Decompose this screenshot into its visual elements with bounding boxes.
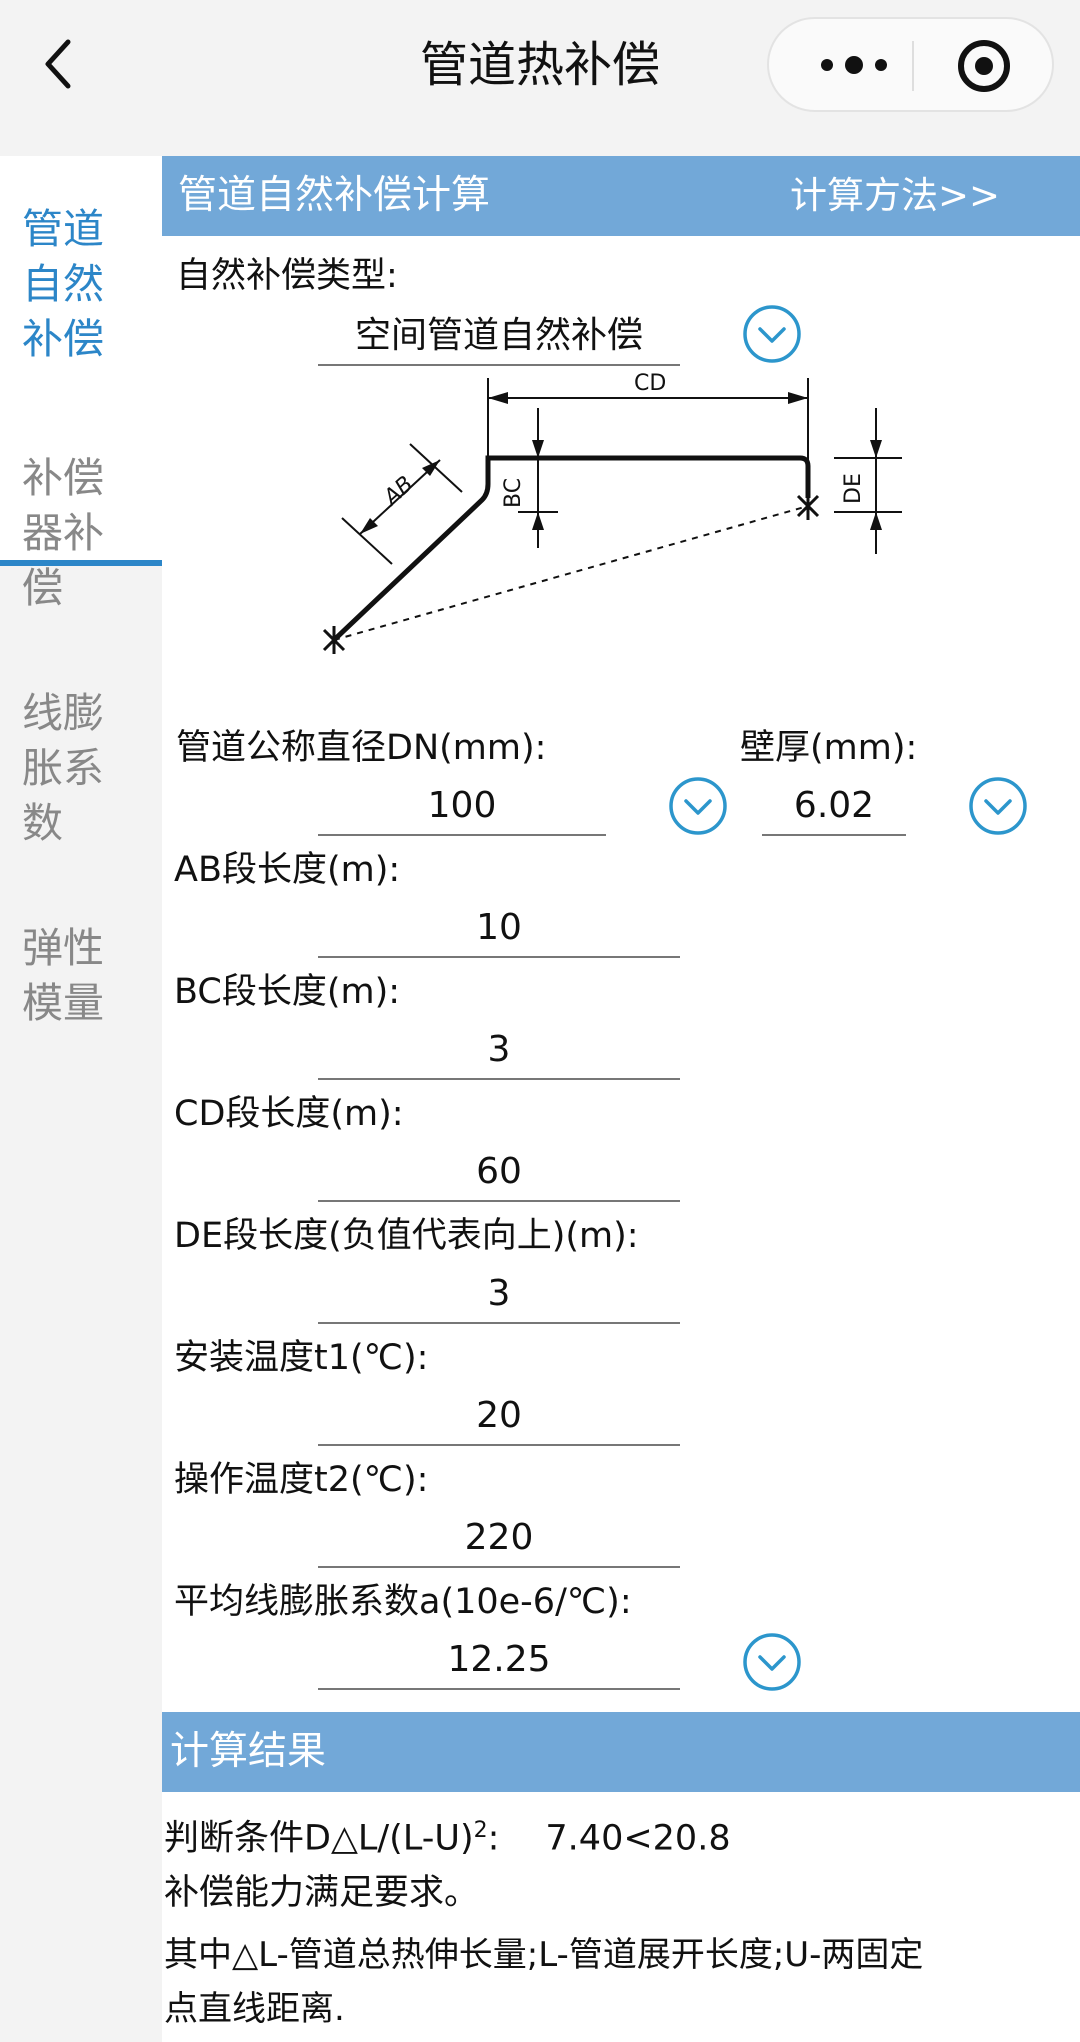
capsule-menu	[767, 17, 1054, 112]
wall-select[interactable]: 6.02	[762, 776, 906, 836]
pipe-diagram: CD BC DE AB	[322, 371, 902, 654]
bc-dim-label: BC	[501, 478, 526, 508]
alpha-label: 平均线膨胀系数a(10e-6/℃):	[174, 1582, 632, 1622]
condition-superscript: 2	[473, 1818, 488, 1843]
close-target-icon[interactable]	[954, 36, 1014, 96]
type-label: 自然补偿类型:	[176, 256, 398, 296]
bc-input[interactable]: 3	[318, 1020, 680, 1080]
t1-label: 安装温度t1(℃):	[174, 1338, 429, 1378]
sidebar-item-expansion-coefficient[interactable]: 线膨胀系数	[0, 686, 162, 886]
sidebar-item-elastic-modulus[interactable]: 弹性模量	[0, 921, 162, 1051]
chevron-down-icon[interactable]	[968, 776, 1028, 836]
sidebar-item-label: 管道自然补偿	[22, 205, 104, 363]
cd-dim-label: CD	[634, 371, 666, 396]
result-note-line1: 其中△L-管道总热伸长量;L-管道展开长度;U-两固定	[164, 1935, 924, 1975]
dn-select[interactable]: 100	[318, 776, 606, 836]
sidebar-item-label: 补偿器补偿	[22, 454, 104, 612]
t2-input[interactable]: 220	[318, 1508, 680, 1568]
de-label: DE段长度(负值代表向上)(m):	[174, 1216, 639, 1256]
sidebar-item-compensator[interactable]: 补偿器补偿	[0, 451, 162, 651]
wall-label: 壁厚(mm):	[740, 728, 918, 768]
capsule-divider	[912, 41, 914, 91]
section-header-calc: 管道自然补偿计算 计算方法>>	[162, 156, 1080, 236]
t2-label: 操作温度t2(℃):	[174, 1460, 429, 1500]
main-panel: 管道自然补偿计算 计算方法>> 自然补偿类型: 空间管道自然补偿 CD BC D…	[162, 156, 1080, 2042]
cd-label: CD段长度(m):	[174, 1094, 404, 1134]
chevron-down-icon[interactable]	[668, 776, 728, 836]
dn-label: 管道公称直径DN(mm):	[176, 728, 547, 768]
chevron-down-icon[interactable]	[742, 1632, 802, 1692]
chevron-down-icon[interactable]	[742, 304, 802, 364]
condition-colon: :	[487, 1818, 500, 1859]
calc-method-link[interactable]: 计算方法>>	[790, 156, 1000, 236]
de-input[interactable]: 3	[318, 1264, 680, 1324]
bc-label: BC段长度(m):	[174, 972, 401, 1012]
alpha-input[interactable]: 12.25	[318, 1630, 680, 1690]
condition-label: 判断条件D△L/(L-U)	[164, 1818, 474, 1859]
ab-label: AB段长度(m):	[174, 850, 401, 890]
type-select[interactable]: 空间管道自然补偿	[318, 306, 680, 366]
sidebar-item-label: 线膨胀系数	[22, 689, 104, 847]
sidebar-item-label: 弹性模量	[22, 924, 104, 1027]
de-dim-label: DE	[841, 473, 866, 504]
result-verdict: 补偿能力满足要求。	[164, 1873, 480, 1913]
ab-dim-label: AB	[378, 472, 419, 512]
cd-input[interactable]: 60	[318, 1142, 680, 1202]
sidebar: 管道自然补偿 补偿器补偿 线膨胀系数 弹性模量	[0, 156, 162, 2042]
condition-value: 7.40<20.8	[545, 1818, 731, 1859]
t1-input[interactable]: 20	[318, 1386, 680, 1446]
section-header-result: 计算结果	[162, 1712, 1080, 1792]
title-bar: 管道热补偿	[0, 0, 1080, 156]
result-condition: 判断条件D△L/(L-U)2: 7.40<20.8	[164, 1806, 731, 1864]
section-title: 计算结果	[170, 1729, 327, 1774]
section-title: 管道自然补偿计算	[178, 173, 491, 218]
ab-input[interactable]: 10	[318, 898, 680, 958]
more-icon[interactable]	[809, 43, 899, 87]
result-note-line2: 点直线距离.	[164, 1989, 345, 2029]
